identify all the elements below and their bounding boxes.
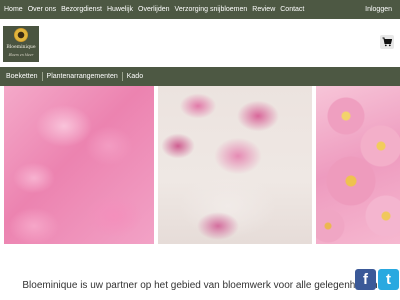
nav-review[interactable]: Review [252,6,275,13]
logo-tagline: Bloem en Meer [8,53,34,57]
peony-vase-photo [158,86,312,244]
category-menu: Boeketten Plantenarrangementen Kado [6,67,143,86]
site-logo[interactable]: Bloeminique Bloem en Meer [3,26,39,62]
nav-verzorging-snijbloemen[interactable]: Verzorging snijbloemen [175,6,248,13]
main-menu: Home Over ons Bezorgdienst Huwelijk Over… [0,0,304,19]
category-bar: Boeketten Plantenarrangementen Kado [0,67,400,86]
top-navigation-bar: Home Over ons Bezorgdienst Huwelijk Over… [0,0,400,19]
category-boeketten[interactable]: Boeketten [6,73,38,80]
category-divider [121,72,123,81]
nav-contact[interactable]: Contact [280,6,304,13]
nav-overlijden[interactable]: Overlijden [138,6,170,13]
facebook-icon: f [363,271,368,288]
nav-over-ons[interactable]: Over ons [28,6,56,13]
cart-icon [382,37,392,47]
site-header: Bloeminique Bloem en Meer [0,19,400,67]
logo-name: Bloeminique [6,45,36,50]
nav-home[interactable]: Home [4,6,23,13]
nav-huwelijk[interactable]: Huwelijk [107,6,133,13]
flower-photo-row [0,86,400,244]
gerbera-photo [316,86,400,244]
nav-bezorgdienst[interactable]: Bezorgdienst [61,6,102,13]
twitter-icon: t [386,271,391,288]
facebook-button[interactable]: f [355,269,376,290]
sunflower-logo-icon [14,28,28,42]
login-link[interactable]: Inloggen [365,0,392,19]
twitter-button[interactable]: t [378,269,399,290]
category-plantenarrangementen[interactable]: Plantenarrangementen [47,73,118,80]
cart-button[interactable] [380,35,394,49]
intro-heading: Bloeminique is uw partner op het gebied … [22,280,378,291]
azalea-photo [4,86,154,244]
category-kado[interactable]: Kado [127,73,143,80]
category-divider [41,72,43,81]
